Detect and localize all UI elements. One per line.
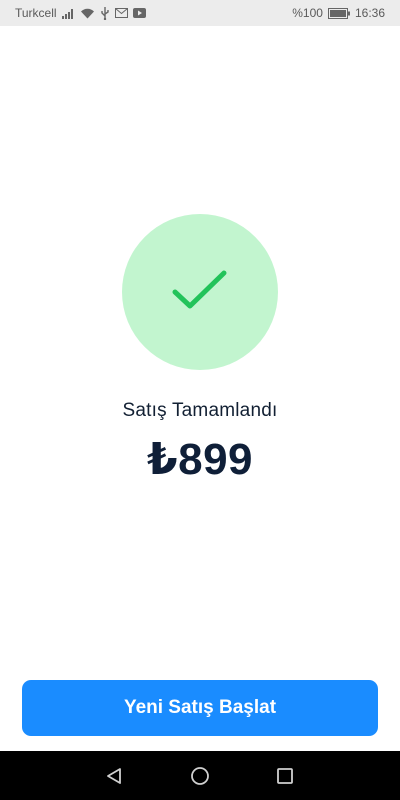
sale-status-title: Satış Tamamlandı [122,400,278,421]
mail-icon [114,8,128,18]
usb-icon [100,6,110,20]
sale-complete-screen: Satış Tamamlandı ₺899 Yeni Satış Başlat [0,26,400,751]
status-right: %100 16:36 [292,6,385,20]
sale-amount: ₺899 [146,435,254,484]
wifi-icon [80,8,95,19]
new-sale-button[interactable]: Yeni Satış Başlat [22,680,378,736]
carrier-name: Turkcell [15,6,57,20]
battery-percent: %100 [292,6,323,20]
navigation-bar [0,751,400,800]
battery-icon [327,7,350,19]
status-left: Turkcell [15,6,146,20]
youtube-icon [132,8,146,18]
success-circle [122,214,278,370]
home-icon[interactable] [189,765,211,787]
back-icon[interactable] [103,765,125,787]
clock: 16:36 [354,6,385,20]
signal-icon [61,8,75,19]
check-icon [170,268,230,317]
status-bar: Turkcell %100 16:36 [0,0,400,26]
recents-icon[interactable] [274,765,296,787]
